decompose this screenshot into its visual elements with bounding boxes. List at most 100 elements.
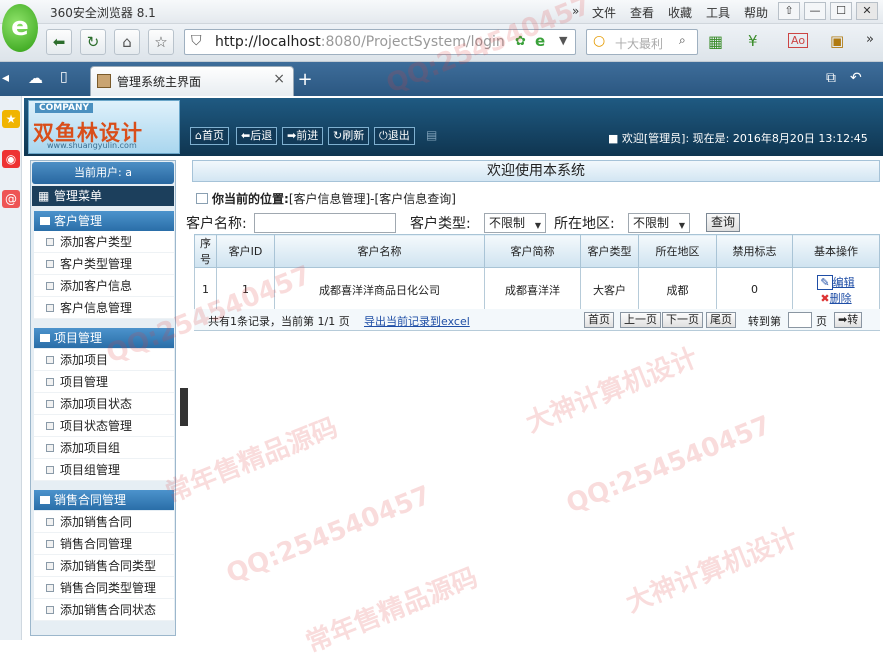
browser-logo-icon[interactable]: e <box>2 4 38 52</box>
cell-id: 1 <box>216 267 275 312</box>
close-button[interactable]: ✕ <box>856 2 878 20</box>
search-box[interactable]: ○ 十大最利 ⌕ <box>586 29 698 55</box>
cloud-icon[interactable]: ☁ <box>28 69 43 87</box>
sidebar-item-add-customer[interactable]: 添加客户信息 <box>34 275 174 297</box>
last-page-button[interactable]: 尾页 <box>706 312 736 328</box>
minimize-button[interactable]: — <box>804 2 826 20</box>
url-text[interactable]: http://localhost:8080/ProjectSystem/logi… <box>215 34 505 50</box>
apps-icon[interactable]: ▦ <box>708 32 723 51</box>
sidebar-item-add-project[interactable]: 添加项目 <box>34 349 174 371</box>
tab-list-icon[interactable]: ⧉ <box>826 70 836 86</box>
export-excel-link[interactable]: 导出当前记录到excel <box>364 313 470 329</box>
favorite-star-icon[interactable]: ☆ <box>148 29 174 55</box>
menu-view[interactable]: 查看 <box>630 4 654 21</box>
brand-url: www.shuangyulin.com <box>47 141 137 150</box>
folder-icon <box>40 496 50 504</box>
more-tools-icon[interactable]: » <box>866 32 874 47</box>
menu-tools[interactable]: 工具 <box>706 4 730 21</box>
sidebar-item-project-status-manage[interactable]: 项目状态管理 <box>34 415 174 437</box>
brand-logo: COMPANY 双鱼林设计 www.shuangyulin.com <box>28 100 180 154</box>
star-icon[interactable]: ★ <box>2 110 20 128</box>
forward-button[interactable]: ➡前进 <box>282 127 324 145</box>
sidebar-item-add-project-status[interactable]: 添加项目状态 <box>34 393 174 415</box>
weibo-icon[interactable]: ◉ <box>2 150 20 168</box>
menu-help[interactable]: 帮助 <box>744 4 768 21</box>
logout-button[interactable]: ⏻退出 <box>374 127 415 145</box>
home-button[interactable]: ⌂首页 <box>190 127 229 145</box>
home-icon[interactable]: ⌂ <box>114 29 140 55</box>
query-button[interactable]: 查询 <box>706 213 740 232</box>
edit-link[interactable]: 编辑 <box>833 276 855 289</box>
new-tab-button[interactable]: + <box>294 68 316 94</box>
sidebar-item-add-project-group[interactable]: 添加项目组 <box>34 437 174 459</box>
folder-icon <box>40 334 50 342</box>
sidebar-toggle-icon[interactable]: ◂ <box>2 70 9 86</box>
url-dropdown-icon[interactable]: ▼ <box>559 34 567 47</box>
first-page-button[interactable]: 首页 <box>584 312 614 328</box>
sidebar-item-add-contract[interactable]: 添加销售合同 <box>34 511 174 533</box>
prev-page-button[interactable]: 上一页 <box>620 312 661 328</box>
refresh-button[interactable]: ↻刷新 <box>328 127 370 145</box>
power-icon: ⏻ <box>379 129 388 142</box>
col-area: 所在地区 <box>638 234 717 268</box>
goto-page-input[interactable] <box>788 312 812 328</box>
undo-close-icon[interactable]: ↶ <box>850 70 862 86</box>
tab-main[interactable]: 管理系统主界面 × <box>90 66 294 96</box>
back-icon[interactable]: ⬅ <box>46 29 72 55</box>
delete-icon[interactable]: ✖ <box>820 292 829 305</box>
search-icon[interactable]: ⌕ <box>679 33 686 48</box>
phone-icon[interactable]: ▯ <box>60 69 68 85</box>
sidebar-item-contract-type-manage[interactable]: 销售合同类型管理 <box>34 577 174 599</box>
address-bar[interactable]: ⛉ http://localhost:8080/ProjectSystem/lo… <box>184 29 576 55</box>
col-actions: 基本操作 <box>792 234 880 268</box>
breadcrumb: 你当前的位置:[客户信息管理]-[客户信息查询] <box>196 190 456 207</box>
area-select[interactable]: 不限制 <box>628 213 690 235</box>
tab-close-icon[interactable]: × <box>273 71 285 87</box>
sidebar-item-contract-manage[interactable]: 销售合同管理 <box>34 533 174 555</box>
folder-icon <box>40 217 50 225</box>
money-icon[interactable]: ¥ <box>748 32 758 50</box>
ie-mode-icon[interactable]: e <box>535 32 545 50</box>
refresh-icon[interactable]: ↻ <box>80 29 106 55</box>
search-input[interactable]: 十大最利 <box>615 35 663 52</box>
page-icon <box>46 584 54 592</box>
restore-icon[interactable]: ⇧ <box>778 2 800 20</box>
page-icon <box>46 356 54 364</box>
sidebar-item-customer-type-manage[interactable]: 客户类型管理 <box>34 253 174 275</box>
grip-icon: ▤ <box>426 128 438 142</box>
page-favicon-icon <box>97 74 111 88</box>
menu-file[interactable]: 文件 <box>592 4 616 21</box>
ad-block-icon[interactable]: Ao <box>788 33 809 48</box>
delete-link[interactable]: 删除 <box>830 292 852 305</box>
sidebar-item-add-contract-type[interactable]: 添加销售合同类型 <box>34 555 174 577</box>
customer-type-select[interactable]: 不限制 <box>484 213 546 235</box>
home-icon: ⌂ <box>195 129 202 142</box>
sidebar-section-customer[interactable]: 客户管理 <box>34 211 174 231</box>
menu-favorites[interactable]: 收藏 <box>668 4 692 21</box>
sidebar-item-customer-manage[interactable]: 客户信息管理 <box>34 297 174 319</box>
maximize-button[interactable]: ☐ <box>830 2 852 20</box>
customer-name-input[interactable] <box>254 213 396 233</box>
go-button[interactable]: ➡转 <box>834 312 863 328</box>
sidebar-item-add-customer-type[interactable]: 添加客户类型 <box>34 231 174 253</box>
compat-mode-icon[interactable]: ✿ <box>515 34 526 49</box>
sidebar-section-project[interactable]: 项目管理 <box>34 328 174 348</box>
sidebar-collapse-handle[interactable] <box>180 388 188 426</box>
extension-icon[interactable]: ▣ <box>830 32 844 50</box>
current-user-bar: 当前用户: a <box>32 162 174 184</box>
edit-icon[interactable]: ✎ <box>817 274 833 290</box>
menu-more-icon[interactable]: » <box>572 4 579 18</box>
page-icon <box>46 606 54 614</box>
col-short: 客户简称 <box>484 234 581 268</box>
mail-icon[interactable]: @ <box>2 190 20 208</box>
sidebar-item-project-group-manage[interactable]: 项目组管理 <box>34 459 174 481</box>
sidebar-item-add-contract-status[interactable]: 添加销售合同状态 <box>34 599 174 621</box>
col-seq: 序号 <box>194 234 217 268</box>
sidebar-section-contract[interactable]: 销售合同管理 <box>34 490 174 510</box>
back-button[interactable]: ⬅后退 <box>236 127 278 145</box>
next-page-button[interactable]: 下一页 <box>662 312 703 328</box>
page-icon <box>46 260 54 268</box>
sidebar-item-project-manage[interactable]: 项目管理 <box>34 371 174 393</box>
table-header-row: 序号 客户ID 客户名称 客户简称 客户类型 所在地区 禁用标志 基本操作 <box>194 234 880 268</box>
search-engine-icon[interactable]: ○ <box>593 33 605 49</box>
